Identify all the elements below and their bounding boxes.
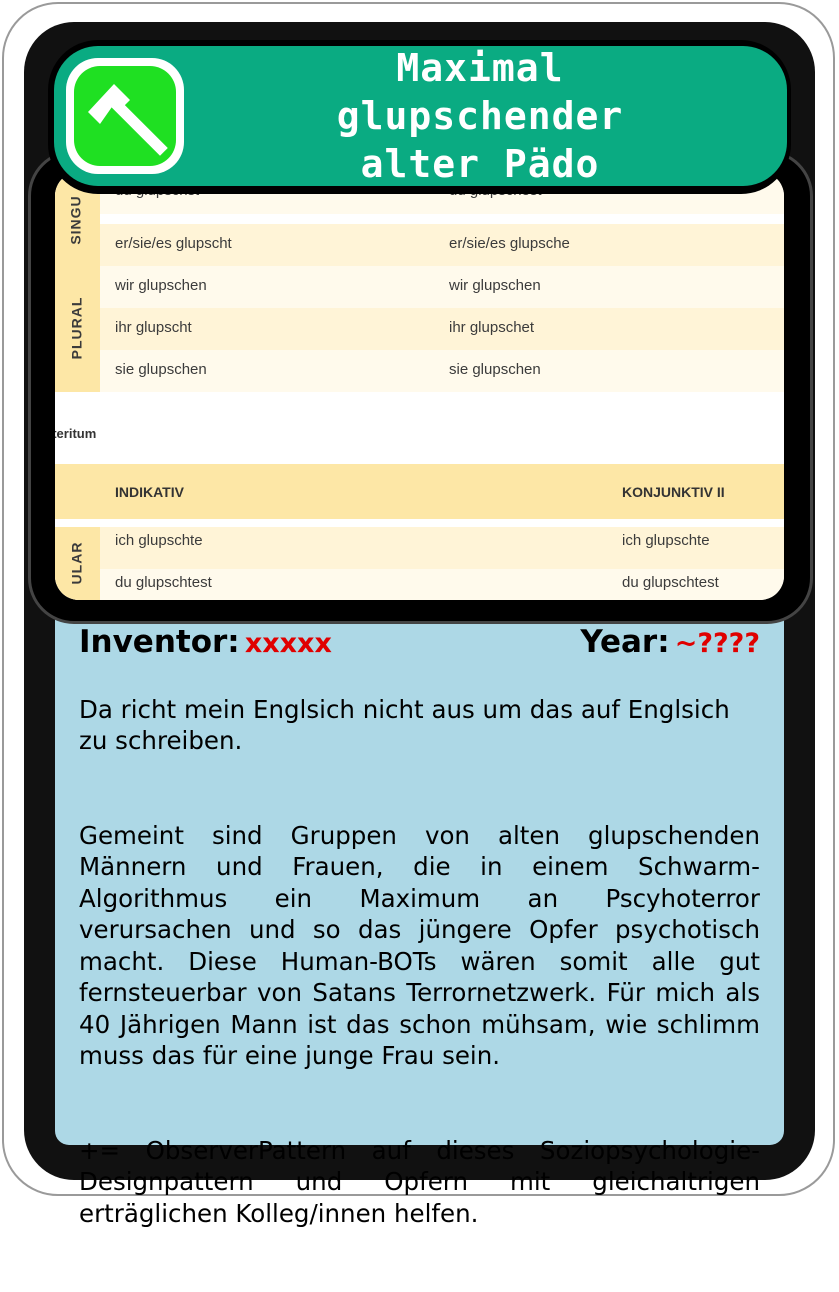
title-line: glupschender (336, 94, 624, 138)
table-cell: du glupschtest (622, 574, 719, 591)
inventor-value: xxxxx (244, 628, 332, 659)
hammer-icon (74, 66, 176, 166)
table-row: ich glupschte ich glupschte (55, 527, 784, 569)
section-title: äteritum (55, 426, 97, 441)
inventor-label: Inventor: (79, 624, 240, 660)
table-header: INDIKATIV KONJUNKTIV II (55, 464, 784, 519)
title-line: Maximal (396, 46, 564, 90)
table-cell: wir glupschen (449, 277, 541, 294)
header-konjunktiv: KONJUNKTIV II (622, 484, 725, 500)
table-cell: du glupschtest (115, 574, 212, 591)
description: Da richt mein Englsich nicht aus um das … (79, 662, 760, 1292)
side-column: SINGU PLURAL (55, 172, 100, 392)
info-row: Inventor: xxxxx Year: ~???? (79, 624, 760, 666)
table-cell: ihr glupscht (115, 319, 192, 336)
card-image: du glupschst du glupschest er/sie/es glu… (55, 172, 784, 600)
singular-label-2: ULAR (68, 541, 85, 585)
table-cell: er/sie/es glupscht (115, 235, 232, 252)
table-cell: ich glupschte (115, 532, 203, 549)
table-cell: sie glupschen (449, 361, 541, 378)
plural-label: PLURAL (68, 296, 85, 360)
year-value: ~???? (674, 628, 760, 659)
table-row: ihr glupscht ihr glupschet (55, 308, 784, 350)
description-paragraph: += ObserverPattern auf dieses Soziopsych… (79, 1135, 760, 1228)
singular-label: SINGU (67, 195, 84, 245)
description-paragraph: Da richt mein Englsich nicht aus um das … (79, 694, 730, 756)
table-row: du glupschtest du glupschtest (55, 569, 784, 600)
year-label: Year: (580, 624, 670, 660)
card-title: Maximal glupschender alter Pädo (260, 44, 700, 188)
table-row: sie glupschen sie glupschen (55, 350, 784, 392)
table-cell: ihr glupschet (449, 319, 535, 336)
table-cell: er/sie/es glupsche (449, 235, 570, 252)
table-cell: wir glupschen (115, 277, 207, 294)
description-paragraph: Gemeint sind Gruppen von alten glupschen… (79, 820, 760, 1071)
title-line: alter Pädo (360, 142, 600, 186)
table-cell: ich glupschte (622, 532, 710, 549)
table-cell: sie glupschen (115, 361, 207, 378)
table-row: er/sie/es glupscht er/sie/es glupsche (55, 224, 784, 266)
side-column: ULAR (55, 527, 100, 600)
inventor: Inventor: xxxxx (79, 624, 332, 660)
header-indikativ: INDIKATIV (115, 484, 184, 500)
year: Year: ~???? (580, 624, 760, 660)
table-row: wir glupschen wir glupschen (55, 266, 784, 308)
